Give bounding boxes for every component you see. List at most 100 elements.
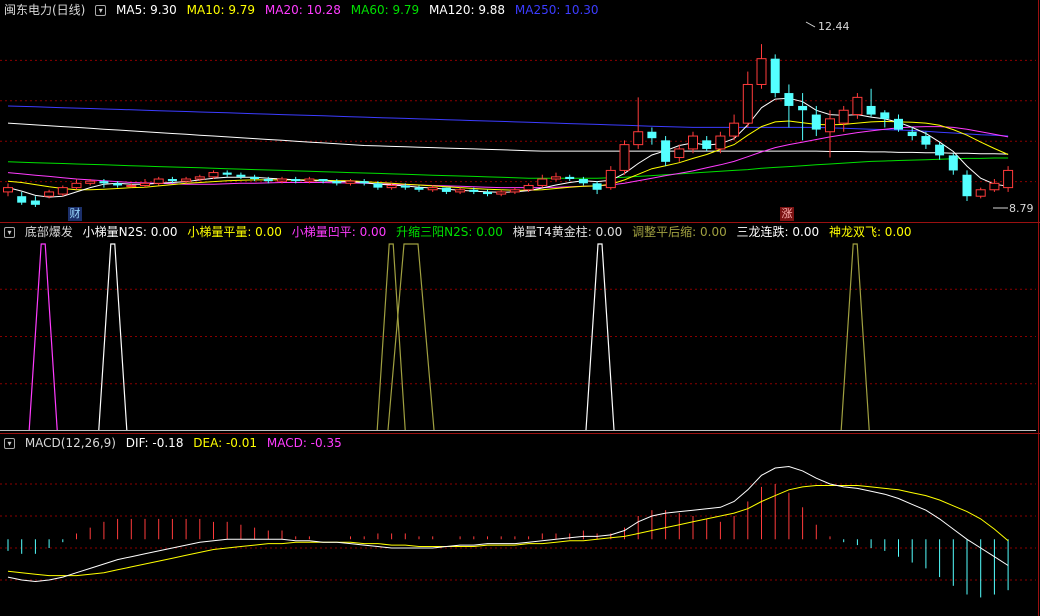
marker-zhang[interactable]: 涨 — [780, 207, 794, 221]
candle — [99, 181, 109, 184]
candle — [798, 105, 808, 111]
indicator-spike — [28, 243, 58, 431]
candle — [414, 187, 424, 190]
candle — [236, 174, 246, 177]
candle — [989, 182, 1000, 191]
candle — [345, 180, 356, 184]
ma5-label: MA5: 9.30 — [116, 3, 177, 17]
candle — [633, 131, 644, 146]
candle — [57, 187, 68, 195]
candle — [153, 178, 164, 184]
candle — [715, 135, 726, 150]
candle — [427, 187, 438, 191]
candle — [565, 176, 575, 180]
ma250-label: MA250: 10.30 — [514, 3, 599, 17]
candle — [194, 176, 205, 180]
candle — [592, 183, 602, 190]
collapse-icon[interactable]: ▾ — [4, 438, 15, 449]
candle — [935, 144, 945, 156]
collapse-icon[interactable]: ▾ — [95, 5, 107, 16]
candle — [44, 191, 55, 197]
candle — [30, 200, 40, 205]
ma10-label: MA10: 9.79 — [186, 3, 256, 17]
candle — [948, 155, 958, 171]
macd-label: MACD: -0.35 — [266, 436, 342, 450]
candle — [551, 176, 561, 180]
dea-label: DEA: -0.01 — [193, 436, 258, 450]
candle — [729, 122, 740, 137]
indicator-value: 升缩三阳N2S: 0.00 — [396, 225, 503, 239]
candle — [455, 189, 466, 193]
candle — [3, 187, 13, 193]
candle — [962, 174, 972, 197]
indicator-name: 底部爆发 — [24, 225, 73, 239]
candle — [811, 114, 821, 130]
candle — [537, 178, 548, 186]
candle — [208, 172, 219, 178]
candle — [894, 118, 903, 130]
candle — [852, 96, 863, 116]
stock-chart-window: 闽东电力(日线) ▾ MA5: 9.30 MA10: 9.79 MA20: 10… — [0, 0, 1040, 616]
marker-cai[interactable]: 财 — [68, 207, 82, 221]
dif-line — [7, 465, 1009, 583]
ma20-label: MA20: 10.28 — [264, 3, 341, 17]
candle — [222, 172, 232, 175]
indicator-value: 梯量T4黄金柱: 0.00 — [512, 225, 623, 239]
candle — [523, 184, 534, 191]
candle — [619, 144, 630, 171]
candle — [250, 176, 260, 180]
candle — [469, 189, 479, 192]
low-price-label: 8.79 — [1009, 202, 1034, 215]
collapse-icon[interactable]: ▾ — [4, 227, 15, 238]
chart-canvas[interactable] — [0, 0, 1040, 616]
candle — [784, 93, 794, 106]
candle — [496, 191, 507, 195]
indicator-value: 神龙双飞: 0.00 — [828, 225, 912, 239]
candle — [975, 189, 986, 197]
candle — [373, 183, 383, 188]
indicator-value: 小梯量平量: 0.00 — [187, 225, 282, 239]
candle — [318, 179, 328, 182]
indicator-spike — [98, 243, 128, 431]
candle — [1003, 169, 1014, 189]
stock-title: 闽东电力(日线) — [4, 3, 86, 17]
candle — [181, 178, 192, 182]
candle — [921, 136, 931, 145]
candle — [688, 135, 698, 150]
macd-name: MACD(12,26,9) — [24, 436, 116, 450]
candle — [386, 184, 397, 189]
candle — [304, 178, 315, 182]
dif-label: DIF: -0.18 — [125, 436, 184, 450]
main-chart-header: 闽东电力(日线) ▾ MA5: 9.30 MA10: 9.79 MA20: 10… — [4, 1, 605, 19]
candle — [866, 105, 876, 115]
indicator-value: 调整平后缩: 0.00 — [632, 225, 727, 239]
candle — [263, 179, 273, 182]
ma60-label: MA60: 9.79 — [350, 3, 420, 17]
candle — [880, 112, 890, 119]
indicator-value: 小梯量N2S: 0.00 — [82, 225, 178, 239]
high-price-label: 12.44 — [818, 20, 850, 33]
ma60-line — [7, 157, 1009, 179]
candle — [483, 191, 492, 195]
candle — [113, 183, 123, 186]
ma120-line — [7, 122, 1009, 155]
candle — [742, 83, 753, 124]
candle — [661, 140, 671, 162]
candle — [71, 182, 82, 189]
indicator-value: 小梯量凹平: 0.00 — [291, 225, 387, 239]
candle — [126, 184, 137, 187]
candle — [17, 196, 27, 203]
candle — [291, 179, 301, 182]
candle — [167, 179, 177, 182]
indicator-header: ▾ 底部爆发 小梯量N2S: 0.00 小梯量平量: 0.00 小梯量凹平: 0… — [4, 223, 918, 241]
candle — [400, 185, 410, 188]
candle — [702, 140, 712, 149]
indicator-value: 三龙连跌: 0.00 — [736, 225, 820, 239]
candle — [770, 58, 780, 94]
candle — [907, 131, 917, 137]
ma20-line — [7, 126, 1009, 189]
high-pointer — [805, 21, 816, 28]
candle — [332, 181, 342, 184]
candle — [647, 131, 657, 139]
candle — [674, 148, 685, 159]
